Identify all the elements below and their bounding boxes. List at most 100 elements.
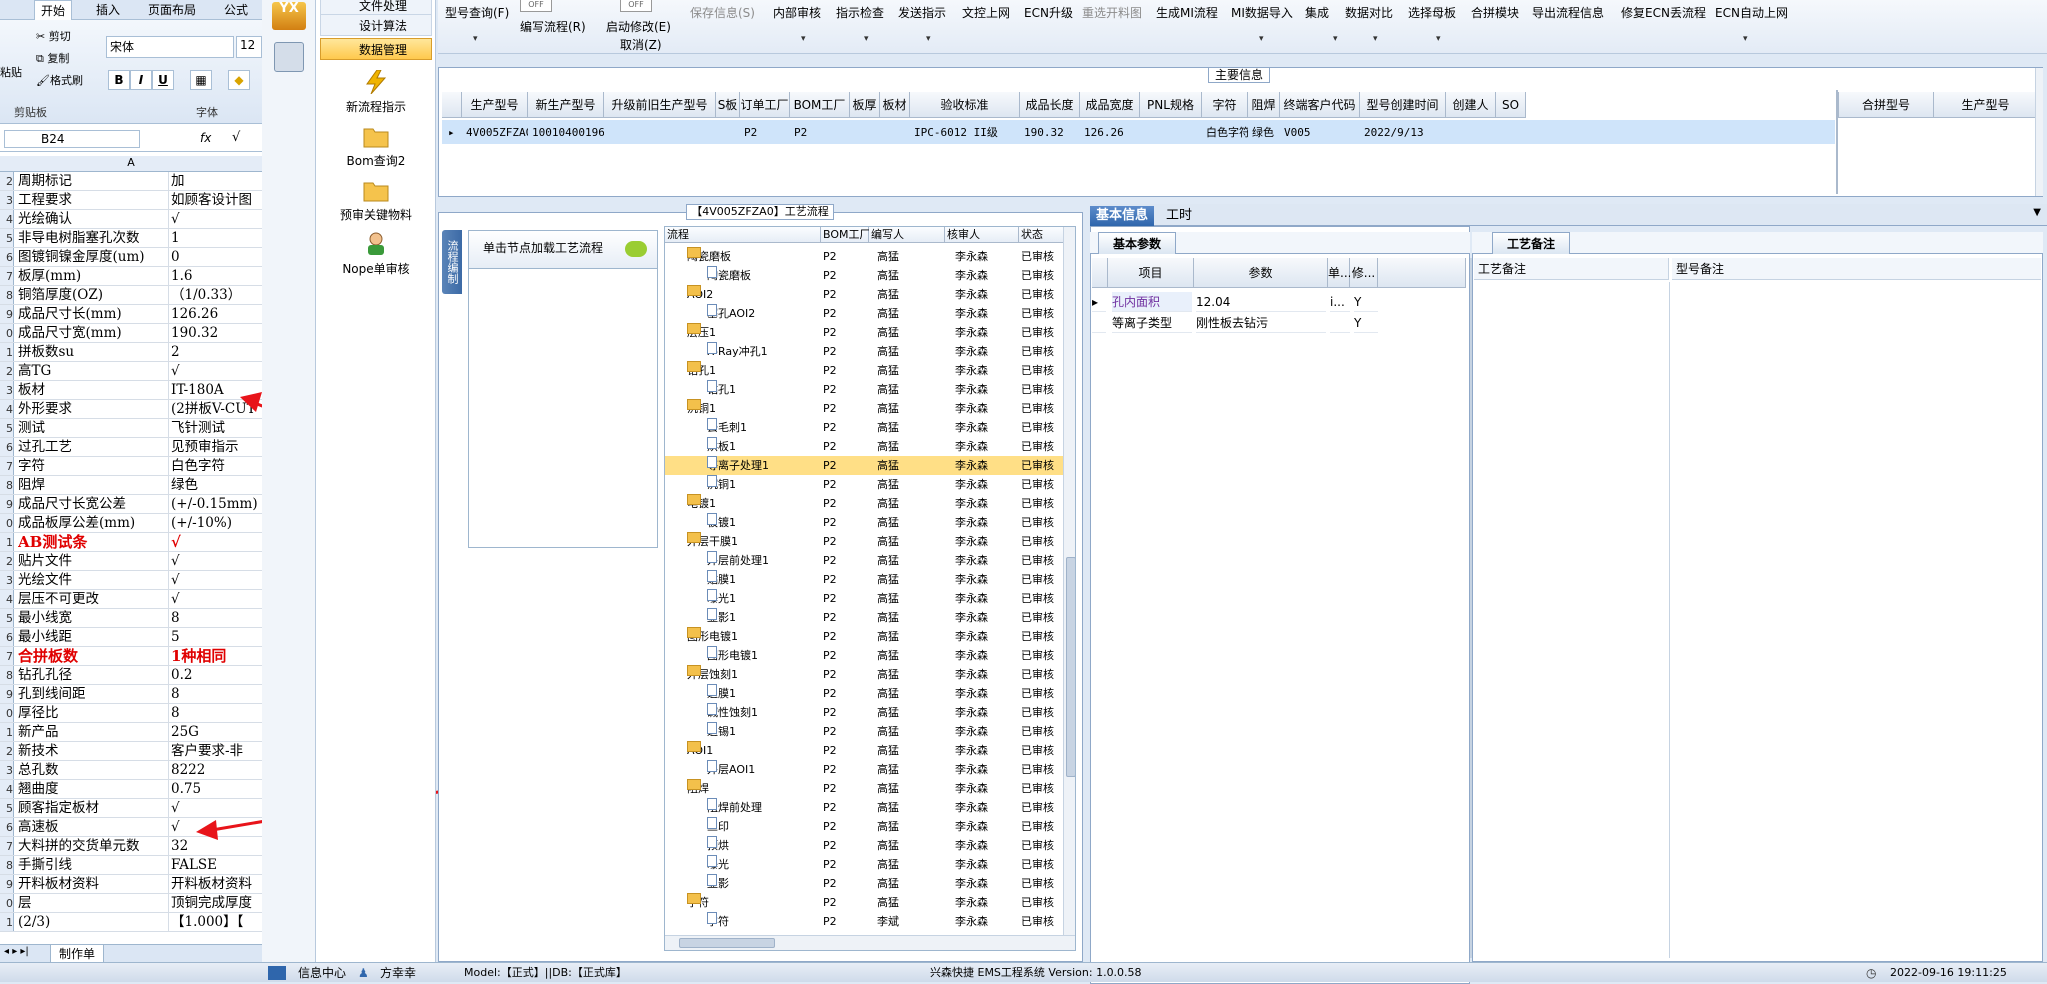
spreadsheet-row[interactable]: 6 最小线距 5: [0, 628, 262, 647]
column-header[interactable]: 单...: [1328, 258, 1351, 288]
cell-b[interactable]: 5: [168, 628, 262, 646]
cell-a[interactable]: 板材: [18, 381, 165, 399]
column-header[interactable]: 验收标准: [910, 92, 1020, 118]
cell-a[interactable]: 非导电树脂塞孔次数: [18, 229, 165, 247]
sheet-nav-arrows-icon[interactable]: ◂ ▸ ▸|: [4, 946, 29, 957]
cut-button[interactable]: ✂ 剪切: [36, 28, 71, 44]
row-number[interactable]: 1: [0, 343, 14, 361]
tree-column-header[interactable]: 状态: [1019, 227, 1065, 243]
tab-home[interactable]: 开始: [34, 0, 73, 20]
tree-row[interactable]: X-Ray冲孔1 P2 高猛 李永森 已审核: [665, 342, 1065, 361]
row-number[interactable]: 2: [0, 552, 14, 570]
tab-basic-info[interactable]: 基本信息: [1090, 206, 1155, 226]
tree-node[interactable]: 图形电镀1: [707, 646, 758, 665]
row-number[interactable]: 3: [0, 381, 14, 399]
column-header[interactable]: BOM工厂: [790, 92, 850, 118]
cell-b[interactable]: 绿色: [168, 476, 262, 494]
cell-a[interactable]: 光绘确认: [18, 210, 165, 228]
cell-b[interactable]: 8222: [168, 761, 262, 779]
spreadsheet-row[interactable]: 5 顾客指定板材 √: [0, 799, 262, 818]
tree-row[interactable]: −钻孔1 P2 高猛 李永森 已审核: [665, 361, 1065, 380]
cell-a[interactable]: 过孔工艺: [18, 438, 165, 456]
row-number[interactable]: 8: [0, 856, 14, 874]
spreadsheet-row[interactable]: 3 工程要求 如顾客设计图: [0, 191, 262, 210]
paste-button[interactable]: 粘贴: [0, 64, 22, 80]
spreadsheet-row[interactable]: 5 测试 飞针测试: [0, 419, 262, 438]
pre-review-material-button[interactable]: 预审关键物料: [316, 178, 436, 223]
tree-node[interactable]: 预烘: [707, 836, 729, 855]
cell-b[interactable]: 2: [168, 343, 262, 361]
cell-b[interactable]: IT-180A: [168, 381, 262, 399]
toolbar-button[interactable]: 取消(Z): [620, 36, 662, 53]
cell-a[interactable]: 字符: [18, 457, 165, 475]
cell-a[interactable]: 孔到线间距: [18, 685, 165, 703]
cell-a[interactable]: 手撕引线: [18, 856, 165, 874]
cell-a[interactable]: 翘曲度: [18, 780, 165, 798]
spreadsheet-grid[interactable]: 2 周期标记加 3 工程要求 如顾客设计图 4 光绘确认 √ 5 非导电树脂塞孔次数 1 6 图镀铜镍金…: [0, 172, 262, 932]
param-value[interactable]: 刚性板去钻污: [1196, 313, 1326, 333]
scroll-thumb[interactable]: [679, 938, 775, 948]
cell-a[interactable]: AB测试条: [18, 533, 165, 551]
cell-b[interactable]: (2拼板V-CUT: [168, 400, 262, 418]
row-number[interactable]: 3: [0, 761, 14, 779]
cell-b[interactable]: (+/-0.15mm): [168, 495, 262, 513]
main-info-scrollbar[interactable]: [2035, 68, 2043, 196]
cell-b[interactable]: （1/0.33）: [168, 286, 262, 304]
spreadsheet-row[interactable]: 3 总孔数 8222: [0, 761, 262, 780]
row-number[interactable]: 9: [0, 875, 14, 893]
grid-cell[interactable]: 126.26: [1084, 122, 1140, 144]
row-number[interactable]: 4: [0, 590, 14, 608]
cell-b[interactable]: 客户要求-非: [168, 742, 262, 760]
row-number[interactable]: 0: [0, 324, 14, 342]
tree-column-header[interactable]: 核审人: [945, 227, 1019, 243]
tree-node[interactable]: 去毛刺1: [707, 418, 747, 437]
bold-button[interactable]: B: [108, 70, 130, 90]
column-header[interactable]: 字符: [1202, 92, 1248, 118]
row-number[interactable]: 3: [0, 571, 14, 589]
copy-button[interactable]: ⧉ 复制: [36, 50, 69, 66]
grid-cell[interactable]: [608, 122, 716, 144]
tab-work-hours[interactable]: 工时: [1160, 206, 1198, 226]
column-header[interactable]: 新生产型号: [528, 92, 604, 118]
spreadsheet-row[interactable]: 0 厚径比 8: [0, 704, 262, 723]
spreadsheet-row[interactable]: 5 最小线宽 8: [0, 609, 262, 628]
tree-row[interactable]: 字符 P2 李斌 李永森 已审核: [665, 912, 1065, 931]
spreadsheet-row[interactable]: 1 (2/3) 【1.000】【: [0, 913, 262, 932]
param-modify[interactable]: Y: [1354, 313, 1378, 333]
row-number[interactable]: 8: [0, 666, 14, 684]
cell-b[interactable]: √: [168, 799, 262, 817]
tab-process-notes[interactable]: 工艺备注: [1492, 232, 1571, 254]
row-number[interactable]: 8: [0, 286, 14, 304]
windows-grid-icon[interactable]: [268, 966, 286, 980]
spreadsheet-row[interactable]: 7 大料拼的交货单元数 32: [0, 837, 262, 856]
tree-row[interactable]: 曝光 P2 高猛 李永森 已审核: [665, 855, 1065, 874]
format-painter-button[interactable]: 🖌格式刷: [36, 72, 83, 88]
tree-node[interactable]: −外层干膜1: [687, 532, 738, 551]
cell-b[interactable]: (+/-10%): [168, 514, 262, 532]
param-item[interactable]: 孔内面积: [1112, 292, 1192, 312]
chevron-down-icon[interactable]: ▾: [801, 34, 806, 44]
row-number[interactable]: 6: [0, 818, 14, 836]
row-number[interactable]: 7: [0, 267, 14, 285]
column-header-a[interactable]: A: [0, 156, 262, 172]
param-unit[interactable]: i...: [1330, 292, 1350, 312]
cell-b[interactable]: √: [168, 362, 262, 380]
tree-row[interactable]: 钻孔1 P2 高猛 李永森 已审核: [665, 380, 1065, 399]
column-header[interactable]: 订单工厂: [740, 92, 790, 118]
cell-a[interactable]: 成品板厚公差(mm): [18, 514, 165, 532]
row-number[interactable]: 5: [0, 609, 14, 627]
chevron-down-icon[interactable]: ▾: [864, 34, 869, 44]
cell-a[interactable]: 阻焊: [18, 476, 165, 494]
grid-cell[interactable]: P2: [794, 122, 850, 144]
cell-a[interactable]: 成品尺寸长(mm): [18, 305, 165, 323]
tree-row[interactable]: 预烘 P2 高猛 李永森 已审核: [665, 836, 1065, 855]
tree-row[interactable]: 去毛刺1 P2 高猛 李永森 已审核: [665, 418, 1065, 437]
tree-row[interactable]: −外层干膜1 P2 高猛 李永森 已审核: [665, 532, 1065, 551]
row-number[interactable]: 5: [0, 799, 14, 817]
cell-a[interactable]: 开料板材资料: [18, 875, 165, 893]
cell-a[interactable]: 拼板数su: [18, 343, 165, 361]
row-number[interactable]: 5: [0, 229, 14, 247]
tree-node[interactable]: 沉铜1: [707, 475, 736, 494]
tree-row[interactable]: −AOI1 P2 高猛 李永森 已审核: [665, 741, 1065, 760]
new-flow-instruction-button[interactable]: 新流程指示: [316, 70, 436, 115]
